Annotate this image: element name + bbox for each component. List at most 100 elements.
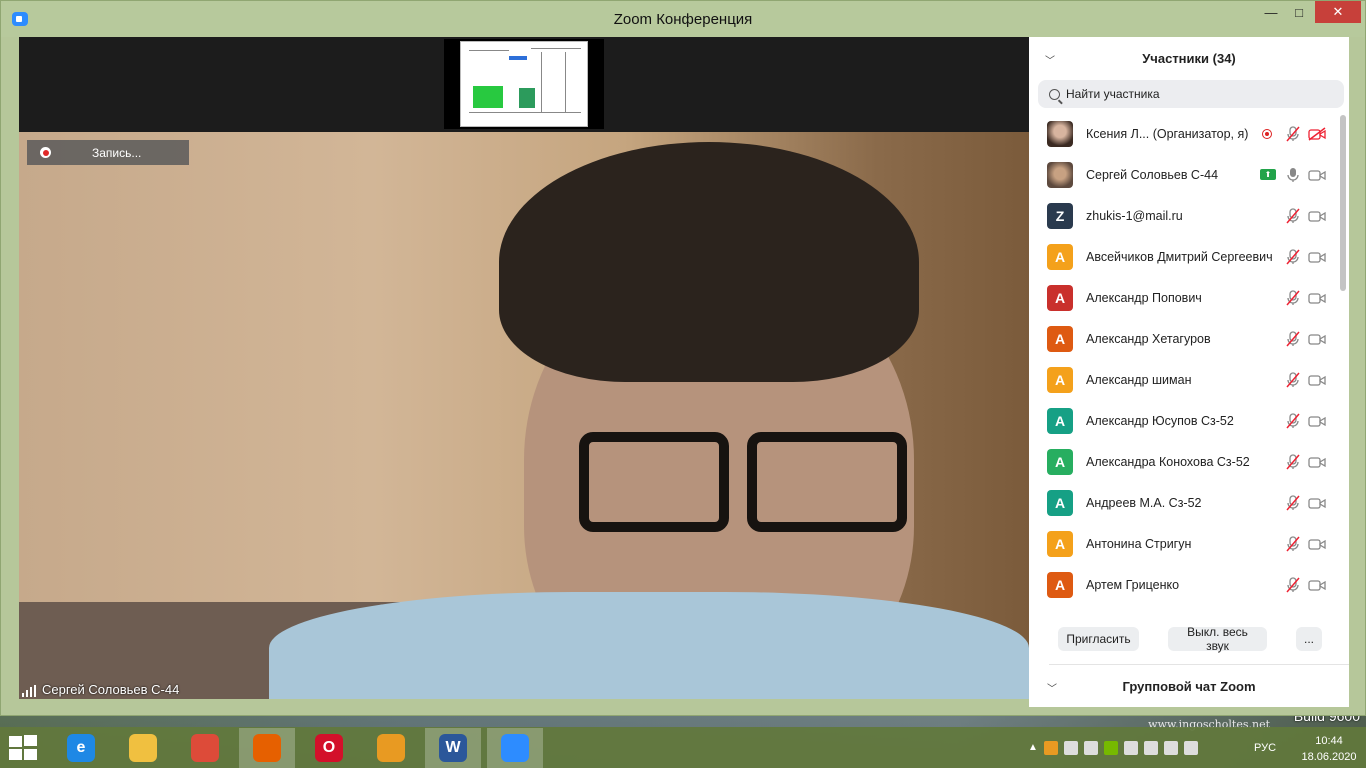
- mute-all-button[interactable]: Выкл. весь звук: [1168, 625, 1267, 653]
- tray-chevron-icon[interactable]: ▲: [1028, 742, 1038, 753]
- mic-muted-icon[interactable]: [1286, 412, 1300, 429]
- participant-row[interactable]: А Андреев М.А. Сз-52: [1029, 482, 1335, 523]
- language-indicator[interactable]: РУС: [1254, 742, 1276, 754]
- participant-row[interactable]: А Александра Конохова Сз-52: [1029, 441, 1335, 482]
- participant-name: Артем Гриценко: [1086, 577, 1180, 592]
- participant-avatar: А: [1047, 366, 1073, 393]
- title-bar[interactable]: Zoom Конференция — □ ✕: [1, 1, 1365, 37]
- tray-keyboard-icon[interactable]: [1083, 740, 1098, 755]
- camera-icon[interactable]: [1308, 168, 1326, 182]
- mic-muted-icon[interactable]: [1286, 371, 1300, 388]
- mic-muted-icon[interactable]: [1286, 330, 1300, 347]
- participant-name: Андреев М.А. Сз-52: [1086, 495, 1202, 510]
- participant-avatar: А: [1047, 243, 1073, 270]
- taskbar-word-button[interactable]: W: [425, 728, 481, 768]
- tray-nvidia-icon[interactable]: [1103, 740, 1118, 755]
- participant-avatar: А: [1047, 530, 1073, 557]
- camera-off-icon[interactable]: [1308, 126, 1326, 141]
- participant-row[interactable]: А Артем Гриценко: [1029, 564, 1335, 603]
- camera-icon[interactable]: [1308, 332, 1326, 346]
- group-chat-header[interactable]: Групповой чат Zoom: [1029, 665, 1349, 707]
- invite-button[interactable]: Пригласить: [1058, 627, 1139, 651]
- system-tray: ▲: [1028, 727, 1198, 768]
- minimize-button[interactable]: —: [1257, 1, 1285, 23]
- participant-avatar: Z: [1047, 202, 1073, 229]
- taskbar-app-orange-button[interactable]: [363, 728, 419, 768]
- tray-flag-icon[interactable]: [1123, 740, 1138, 755]
- taskbar-firefox-button[interactable]: [239, 728, 295, 768]
- camera-icon[interactable]: [1308, 496, 1326, 510]
- mic-muted-icon[interactable]: [1286, 535, 1300, 552]
- camera-icon[interactable]: [1308, 373, 1326, 387]
- participant-name: Александр Попович: [1086, 290, 1202, 305]
- main-video-feed[interactable]: [19, 132, 1029, 699]
- participant-avatar: [1047, 120, 1073, 147]
- more-options-button[interactable]: ...: [1296, 627, 1322, 651]
- participant-avatar: А: [1047, 489, 1073, 516]
- window-title: Zoom Конференция: [613, 11, 753, 28]
- participant-avatar: А: [1047, 448, 1073, 475]
- participant-row[interactable]: А Александр Попович: [1029, 277, 1335, 318]
- participant-row[interactable]: А Антонина Стригун: [1029, 523, 1335, 564]
- participant-avatar: А: [1047, 284, 1073, 311]
- taskbar-chrome-button[interactable]: [177, 728, 233, 768]
- taskbar-opera-button[interactable]: O: [301, 728, 357, 768]
- video-area: Запись... Сергей Соловьев С-44: [19, 37, 1029, 699]
- mic-icon[interactable]: [1286, 167, 1300, 183]
- camera-icon[interactable]: [1308, 250, 1326, 264]
- mic-muted-icon[interactable]: [1286, 576, 1300, 593]
- signal-strength-icon: [22, 685, 36, 697]
- participant-row[interactable]: Ксения Л... (Организатор, я): [1029, 113, 1335, 154]
- tray-network-icon[interactable]: [1163, 740, 1178, 755]
- camera-icon[interactable]: [1308, 537, 1326, 551]
- speaker-name-tag: Сергей Соловьев С-44: [22, 682, 179, 697]
- mic-muted-icon[interactable]: [1286, 289, 1300, 306]
- windows-start-button[interactable]: [9, 735, 37, 760]
- tray-volume-icon[interactable]: [1183, 740, 1198, 755]
- chrome-icon: [191, 734, 219, 762]
- participant-name: Александра Конохова Сз-52: [1086, 454, 1250, 469]
- tray-notes-icon[interactable]: [1063, 740, 1078, 755]
- participant-row[interactable]: Сергей Соловьев С-44 ⬆: [1029, 154, 1335, 195]
- mic-muted-icon[interactable]: [1286, 453, 1300, 470]
- word-icon: W: [439, 734, 467, 762]
- taskbar-internet-explorer-button[interactable]: e: [53, 728, 109, 768]
- search-input[interactable]: [1066, 87, 1326, 101]
- participant-name: Александр Хетагуров: [1086, 331, 1211, 346]
- participants-scrollbar[interactable]: [1340, 115, 1346, 291]
- participant-row[interactable]: А Александр Хетагуров: [1029, 318, 1335, 359]
- participant-row[interactable]: Zzhukis-1@mail.ru: [1029, 195, 1335, 236]
- participant-name: zhukis-1@mail.ru: [1086, 208, 1183, 223]
- participant-avatar: [1047, 161, 1073, 188]
- camera-icon[interactable]: [1308, 209, 1326, 223]
- participant-row[interactable]: А Александр шиман: [1029, 359, 1335, 400]
- mic-muted-icon[interactable]: [1286, 494, 1300, 511]
- app-orange-icon: [377, 734, 405, 762]
- camera-icon[interactable]: [1308, 414, 1326, 428]
- tray-battery-icon[interactable]: [1143, 740, 1158, 755]
- close-button[interactable]: ✕: [1315, 1, 1361, 23]
- tray-app-icon[interactable]: [1043, 740, 1058, 755]
- taskbar-file-explorer-button[interactable]: [115, 728, 171, 768]
- participant-name: Ксения Л... (Организатор, я): [1086, 126, 1249, 141]
- recording-indicator[interactable]: Запись...: [27, 140, 189, 165]
- camera-icon[interactable]: [1308, 578, 1326, 592]
- mic-muted-icon[interactable]: [1286, 125, 1300, 142]
- participant-row[interactable]: А Авсейчиков Дмитрий Сергеевич: [1029, 236, 1335, 277]
- taskbar-zoom-button[interactable]: [487, 728, 543, 768]
- mic-muted-icon[interactable]: [1286, 207, 1300, 224]
- participant-name: Александр шиман: [1086, 372, 1192, 387]
- participants-header: Участники (34): [1142, 50, 1236, 66]
- participants-panel: ﹀ Участники (34) Ксения Л... (Организато…: [1029, 37, 1349, 707]
- maximize-button[interactable]: □: [1285, 1, 1313, 23]
- participants-list[interactable]: Ксения Л... (Организатор, я) Сергей Солов…: [1029, 113, 1335, 603]
- participant-avatar: А: [1047, 407, 1073, 434]
- screen-share-icon: ⬆: [1260, 169, 1276, 180]
- shared-screen-thumbnail[interactable]: [444, 39, 604, 129]
- mic-muted-icon[interactable]: [1286, 248, 1300, 265]
- camera-icon[interactable]: [1308, 455, 1326, 469]
- participant-row[interactable]: А Александр Юсупов Сз-52: [1029, 400, 1335, 441]
- participant-search[interactable]: [1038, 80, 1344, 108]
- camera-icon[interactable]: [1308, 291, 1326, 305]
- clock[interactable]: 10:44 18.06.2020: [1294, 733, 1364, 765]
